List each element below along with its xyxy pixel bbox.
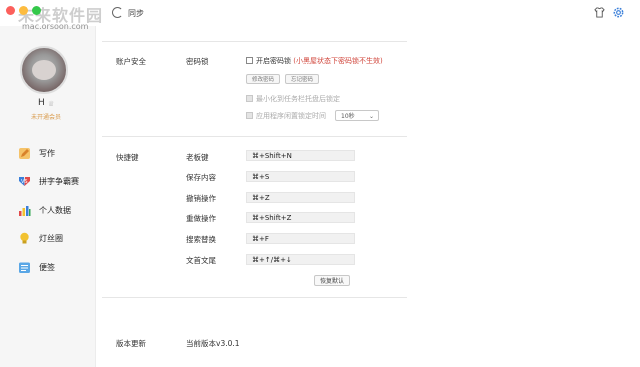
enable-lock-checkbox[interactable]	[246, 57, 253, 64]
sidebar-item-filament[interactable]: 灯丝圈	[18, 232, 79, 246]
avatar[interactable]	[20, 46, 68, 94]
idle-lock-value: 10秒	[341, 113, 355, 120]
chevron-down-icon: ⌄	[368, 113, 374, 120]
note-icon	[19, 262, 30, 273]
sidebar-item-label: 写作	[39, 148, 55, 158]
divider	[102, 41, 407, 42]
minimize-window-button[interactable]	[19, 6, 28, 15]
shortcut-field-redo[interactable]: ⌘+Shift+Z	[246, 212, 355, 223]
sidebar-item-stats[interactable]: 个人数据	[18, 203, 79, 217]
section-title-version: 版本更新	[116, 339, 146, 348]
sync-label[interactable]: 同步	[128, 8, 144, 19]
sidebar-item-label: 灯丝圈	[39, 234, 63, 243]
restore-defaults-button[interactable]: 恢复默认	[314, 275, 351, 286]
sidebar-item-contest[interactable]: VS 拼字争霸赛	[18, 175, 79, 189]
enable-lock-note: (小黑屋状态下密码锁不生效)	[293, 57, 383, 65]
username: H	[38, 98, 45, 108]
shortcut-label: 重做操作	[186, 214, 216, 223]
sidebar-item-label: 个人数据	[39, 205, 71, 215]
settings-gear-icon[interactable]	[612, 6, 625, 19]
password-lock-label: 密码锁	[186, 57, 209, 66]
shortcut-label: 保存内容	[186, 173, 216, 182]
shortcut-label: 搜索替换	[186, 235, 216, 244]
shortcut-label: 文首文尾	[186, 256, 216, 265]
enable-lock-label: 开启密码锁	[256, 57, 291, 65]
bar-chart-icon	[19, 205, 31, 216]
sidebar: H ♕ 未开通会员 写作 VS 拼字争霸赛 个人数据 灯丝圈 便签	[0, 26, 96, 367]
idle-lock-select[interactable]: 10秒 ⌄	[335, 110, 379, 121]
shortcut-field-boss-key[interactable]: ⌘+Shift+N	[246, 150, 355, 161]
forgot-password-button[interactable]: 忘记密码	[285, 74, 319, 84]
shortcut-field-save[interactable]: ⌘+S	[246, 171, 355, 182]
sidebar-item-notes[interactable]: 便签	[18, 260, 79, 274]
divider	[102, 136, 407, 137]
membership-status[interactable]: 未开通会员	[31, 112, 61, 121]
window-controls	[6, 6, 41, 15]
change-password-button[interactable]: 修改密码	[246, 74, 280, 84]
current-version: 当前版本v3.0.1	[186, 339, 240, 348]
idle-lock-checkbox[interactable]	[246, 112, 253, 119]
enable-lock-option[interactable]: 开启密码锁 (小黑屋状态下密码锁不生效)	[256, 56, 383, 66]
top-bar: 同步	[0, 0, 640, 26]
shortcut-label: 老板键	[186, 153, 209, 162]
lock-on-minimize-label: 最小化到任务栏托盘后锁定	[256, 95, 340, 103]
versus-icon: VS	[19, 177, 30, 186]
crown-icon: ♕	[48, 100, 55, 108]
shortcut-label: 撤销操作	[186, 194, 216, 203]
sidebar-item-label: 拼字争霸赛	[39, 177, 79, 186]
lock-on-minimize-checkbox[interactable]	[246, 95, 253, 102]
shortcut-field-undo[interactable]: ⌘+Z	[246, 192, 355, 203]
theme-shirt-icon[interactable]	[594, 7, 605, 18]
lightbulb-icon	[20, 232, 29, 244]
zoom-window-button[interactable]	[32, 6, 41, 15]
sidebar-item-label: 便签	[39, 262, 55, 272]
sidebar-nav: 写作 VS 拼字争霸赛 个人数据 灯丝圈 便签	[18, 146, 79, 289]
divider	[102, 297, 407, 298]
svg-text:VS: VS	[21, 179, 28, 185]
section-title-shortcuts: 快捷键	[116, 153, 139, 162]
close-window-button[interactable]	[6, 6, 15, 15]
settings-content: 账户安全 密码锁 开启密码锁 (小黑屋状态下密码锁不生效) 修改密码 忘记密码 …	[96, 26, 640, 367]
pencil-icon	[19, 147, 30, 159]
shortcut-field-search-replace[interactable]: ⌘+F	[246, 233, 355, 244]
sync-icon[interactable]	[112, 7, 123, 18]
section-title-security: 账户安全	[116, 57, 146, 66]
sidebar-item-writing[interactable]: 写作	[18, 146, 79, 160]
shortcut-field-doc-start-end[interactable]: ⌘+↑/⌘+↓	[246, 254, 355, 265]
idle-lock-label: 应用程序闲置锁定时间	[256, 112, 326, 120]
